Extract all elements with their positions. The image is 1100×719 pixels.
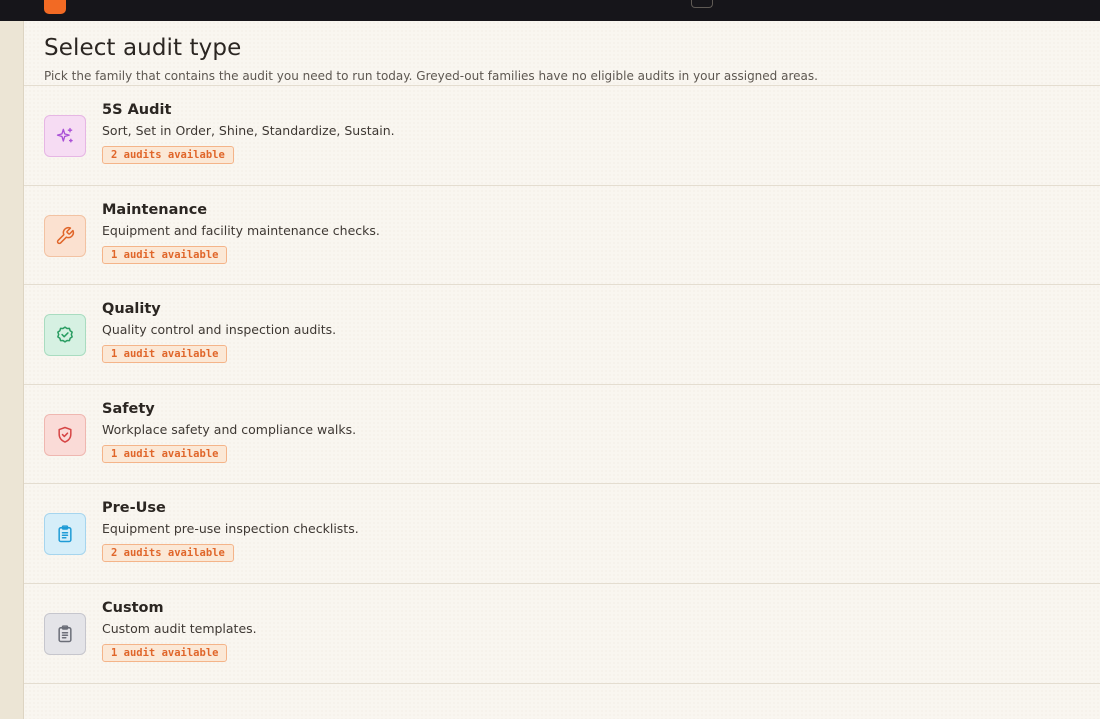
shield-check-icon [58,426,72,443]
family-row-maintenance[interactable]: Maintenance Equipment and facility maint… [24,186,1100,286]
family-text: Quality Quality control and inspection a… [102,301,337,364]
family-icon-tile [44,612,86,655]
family-row-pre-use[interactable]: Pre-Use Equipment pre-use inspection che… [24,484,1100,584]
family-text: Custom Custom audit templates. 1 audit a… [102,600,257,662]
family-row-quality[interactable]: Quality Quality control and inspection a… [24,285,1100,385]
audits-available-badge: 1 audit available [102,643,228,662]
family-description: Equipment and facility maintenance check… [102,222,380,238]
audits-available-badge: 1 audit available [102,345,228,364]
page-subtitle: Pick the family that contains the audit … [44,69,818,83]
family-description: Quality control and inspection audits. [102,322,337,338]
family-icon-tile [44,115,86,157]
audits-available-badge: 2 audits available [102,544,234,563]
family-description: Workplace safety and compliance walks. [102,421,357,437]
family-icon-tile [44,413,86,456]
audits-available-badge: 2 audits available [102,146,234,164]
family-title: Custom [102,599,164,616]
badge-check-icon [57,326,73,343]
document-icon[interactable] [691,0,713,8]
sparkle-icon [56,127,73,143]
wrench-icon [56,226,75,244]
app-logo[interactable] [44,0,66,14]
family-title: Maintenance [102,201,208,218]
audits-available-badge: 1 audit available [102,444,228,463]
left-rail [0,0,24,719]
family-title: 5S Audit [102,102,172,118]
family-description: Custom audit templates. [102,620,257,636]
family-text: 5S Audit Sort, Set in Order, Shine, Stan… [102,102,395,164]
main-content: Select audit type Pick the family that c… [24,21,1100,719]
family-row-safety[interactable]: Safety Workplace safety and compliance w… [24,385,1100,485]
clipboard-list-icon [58,525,72,543]
top-bar [0,0,1100,21]
family-description: Sort, Set in Order, Shine, Standardize, … [102,123,395,138]
audit-family-list: 5S Audit Sort, Set in Order, Shine, Stan… [24,86,1100,684]
family-icon-tile [44,314,86,357]
family-icon-tile [44,513,86,556]
audits-available-badge: 1 audit available [102,245,228,264]
family-icon-tile [44,214,86,257]
family-text: Maintenance Equipment and facility maint… [102,202,380,264]
family-text: Pre-Use Equipment pre-use inspection che… [102,500,359,563]
family-description: Equipment pre-use inspection checklists. [102,521,359,537]
family-title: Quality [102,301,161,318]
family-row-custom[interactable]: Custom Custom audit templates. 1 audit a… [24,584,1100,684]
family-title: Pre-Use [102,500,166,517]
page-title: Select audit type [44,35,242,61]
family-text: Safety Workplace safety and compliance w… [102,401,356,463]
family-row-5s-audit[interactable]: 5S Audit Sort, Set in Order, Shine, Stan… [24,86,1100,186]
clipboard-list-icon [58,625,72,643]
page-header: Select audit type Pick the family that c… [24,21,1100,86]
family-title: Safety [102,400,155,417]
